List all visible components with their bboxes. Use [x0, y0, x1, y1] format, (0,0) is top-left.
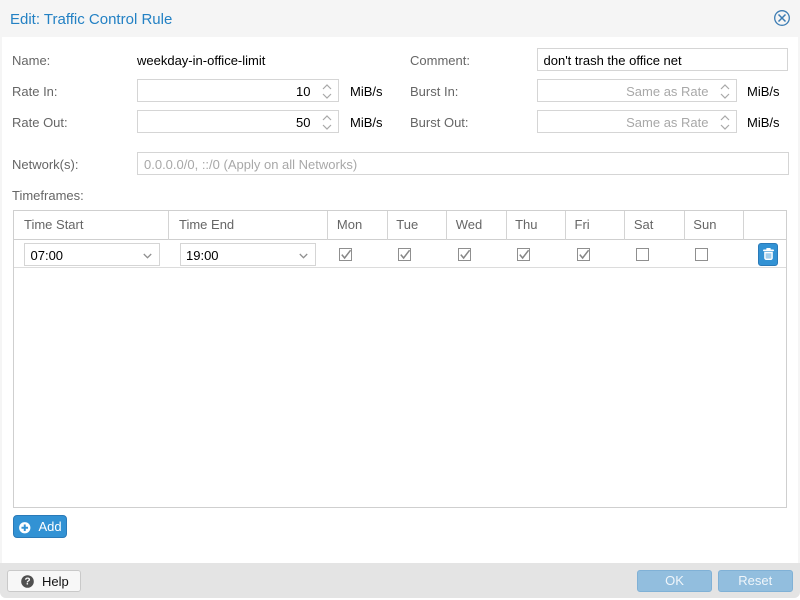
svg-text:?: ?	[24, 577, 30, 588]
